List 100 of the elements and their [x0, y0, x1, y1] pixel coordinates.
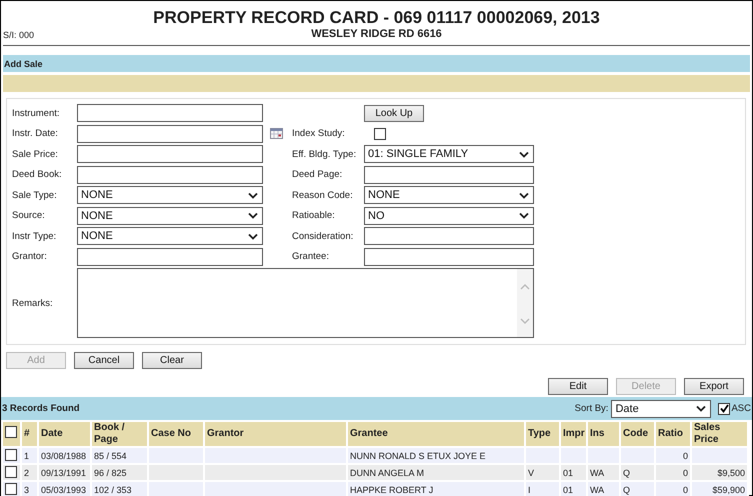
column-header: Book / Page	[91, 421, 148, 447]
column-header: Sales Price	[691, 421, 748, 447]
dropdown[interactable]: NO	[364, 206, 534, 224]
column-header: Type	[525, 421, 560, 447]
dropdown[interactable]: NONE	[77, 186, 263, 204]
field-label: Reason Code:	[292, 190, 354, 200]
table-cell: 03/08/1988	[41, 450, 86, 460]
table-cell: 96 / 825	[94, 468, 127, 478]
column-header: Case No	[148, 421, 204, 447]
scroll-up-icon	[520, 283, 530, 290]
calendar-icon	[270, 128, 283, 139]
input-field[interactable]	[364, 166, 534, 184]
chevron-down-icon	[519, 192, 529, 198]
table-row[interactable]: 2 09/13/1991 96 / 825 DUNN ANGELA M V 01 WA Q 0 $9,500	[2, 464, 748, 481]
column-header: Grantor	[204, 421, 347, 447]
sort-dropdown[interactable]: Date	[611, 400, 712, 418]
button[interactable]: Export	[684, 378, 744, 395]
input-field[interactable]	[364, 227, 534, 245]
chevron-down-icon	[248, 232, 258, 240]
input-field[interactable]	[364, 248, 534, 266]
field-label: Grantor:	[12, 251, 48, 262]
chevron-down-icon	[248, 212, 258, 219]
table-cell: 85 / 554	[94, 450, 127, 460]
checkbox[interactable]	[374, 128, 386, 140]
table-cell: I	[528, 484, 531, 494]
table-cell: $59,900	[712, 484, 745, 494]
serial-label: S/I: 000	[3, 30, 34, 40]
button[interactable]: Edit	[548, 378, 608, 395]
page-title: PROPERTY RECORD CARD - 069 01117 00002069, 2013	[152, 8, 601, 28]
chevron-down-icon	[519, 150, 529, 158]
button[interactable]: Cancel	[74, 352, 134, 369]
field-label: Eff. Bldg. Type:	[292, 148, 358, 160]
sort-label: Sort By:	[574, 403, 608, 414]
table-cell: NUNN RONALD S ETUX JOYE E	[350, 450, 486, 460]
input-field[interactable]	[77, 248, 263, 266]
column-header: Impr	[560, 421, 587, 447]
table-cell: Q	[623, 468, 630, 478]
input-field[interactable]	[77, 124, 263, 142]
table-cell: 01	[563, 468, 574, 478]
field-label: Deed Book:	[12, 169, 63, 180]
field-label: Instr Type:	[12, 230, 58, 242]
checkbox[interactable]	[5, 466, 17, 478]
chevron-down-icon	[248, 192, 258, 198]
column-header: Code	[620, 421, 655, 447]
checkbox-label: ASC	[731, 403, 751, 414]
checkmark-icon	[720, 404, 729, 413]
column-header: Ins	[587, 421, 620, 447]
dropdown[interactable]: NONE	[364, 186, 534, 204]
dropdown[interactable]: 01: SINGLE FAMILY	[364, 145, 534, 163]
field-label: Instr. Date:	[12, 128, 59, 139]
table-cell: HAPPKE ROBERT J	[350, 484, 434, 494]
input-field[interactable]	[77, 145, 263, 163]
field-label: Index Study:	[292, 128, 346, 139]
field-label: Source:	[12, 210, 46, 221]
field-label: Remarks:	[12, 298, 54, 308]
look-up-button[interactable]: Look Up	[364, 104, 424, 122]
table-cell: WA	[590, 468, 604, 478]
scroll-down-icon	[520, 318, 530, 325]
checkbox[interactable]	[5, 482, 17, 494]
table-cell: $9,500	[717, 468, 745, 478]
table-cell: 3	[24, 484, 30, 494]
table-cell: 2	[24, 468, 30, 478]
table-cell: Q	[623, 484, 630, 494]
table-row[interactable]: 1 03/08/1988 85 / 554 NUNN RONALD S ETUX JOYE E 0	[2, 447, 748, 464]
input-field[interactable]	[77, 104, 263, 122]
field-label: Consideration:	[292, 230, 354, 242]
chevron-down-icon	[696, 405, 706, 412]
table-row[interactable]: 3 05/03/1993 102 / 353 HAPPKE ROBERT J I 01 WA Q 0 $59,900	[2, 481, 748, 496]
field-label: Ratioable:	[292, 210, 336, 221]
table-cell: DUNN ANGELA M	[350, 468, 424, 478]
checkbox[interactable]	[5, 448, 17, 460]
field-label: Sale Type:	[12, 190, 58, 200]
checkbox[interactable]	[5, 426, 17, 438]
records-count: 3 Records Found	[2, 403, 80, 414]
table-cell: 09/13/1991	[41, 468, 86, 478]
table-cell: 0	[682, 450, 688, 460]
dropdown[interactable]: NONE	[77, 206, 263, 224]
dropdown[interactable]: NONE	[77, 227, 263, 245]
remarks-field[interactable]	[77, 268, 534, 338]
table-cell: 1	[24, 450, 30, 460]
column-header: #	[21, 421, 38, 447]
section-title: Add Sale	[4, 58, 43, 68]
field-label: Sale Price:	[12, 148, 59, 160]
column-header: Grantee	[347, 421, 525, 447]
table-cell: 05/03/1993	[41, 484, 86, 494]
column-header: Ratio	[655, 421, 691, 447]
field-label: Instrument:	[12, 108, 61, 118]
table-cell: 102 / 353	[94, 484, 132, 494]
button[interactable]: Clear	[142, 352, 202, 369]
field-label: Grantee:	[292, 251, 330, 262]
address-subtitle: WESLEY RIDGE RD 6616	[311, 28, 442, 40]
table-cell: V	[528, 468, 534, 478]
column-header: Date	[38, 421, 91, 447]
checkbox[interactable]	[718, 402, 730, 414]
field-label: Deed Page:	[292, 169, 344, 180]
table-cell: 0	[682, 468, 688, 478]
table-cell: 01	[563, 484, 574, 494]
table-cell: 0	[682, 484, 688, 494]
table-cell: WA	[590, 484, 604, 494]
input-field[interactable]	[77, 166, 263, 184]
